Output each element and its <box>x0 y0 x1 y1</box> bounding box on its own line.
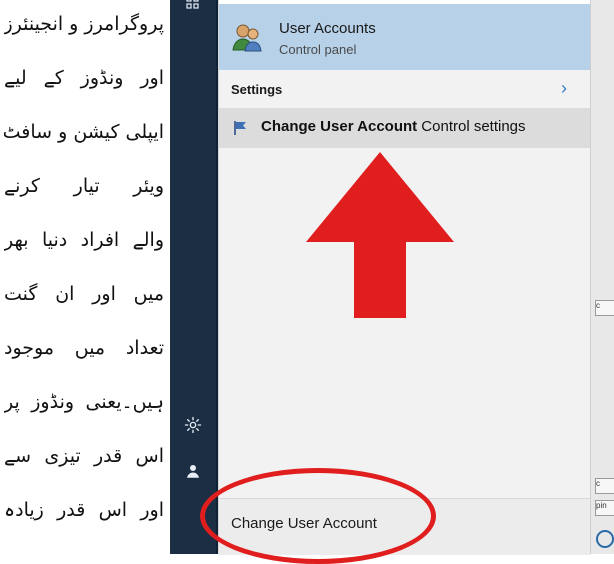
start-menu-rail <box>170 0 216 554</box>
users-icon <box>231 22 263 52</box>
settings-gear-icon[interactable] <box>182 414 204 436</box>
settings-result-bold: Change User Account <box>261 118 418 135</box>
article-line: اور اس قدر زیادہ <box>4 499 164 521</box>
settings-result-rest: Control settings <box>417 118 526 135</box>
article-line: میں اور ان گنت <box>4 283 164 305</box>
background-control: c <box>595 300 614 316</box>
article-text-column: پروگرامرز و انجینئرز اور ونڈوز کے لیے ای… <box>0 0 170 554</box>
person-icon[interactable] <box>182 460 204 482</box>
top-separator <box>219 0 591 4</box>
article-line: پروگرامرز و انجینئرز <box>4 13 164 35</box>
article-line: ایپلی کیشن و سافٹ <box>4 121 164 143</box>
red-arrow-annotation <box>306 152 454 318</box>
background-window-icon <box>596 530 614 548</box>
best-match-subtitle: Control panel <box>279 42 357 57</box>
background-control: pin <box>595 500 614 516</box>
article-line: والے افراد دنیا بھر <box>4 229 164 251</box>
flag-icon <box>233 120 249 136</box>
background-window-strip: c c pin <box>590 0 614 554</box>
best-match-title: User Accounts <box>279 20 376 37</box>
background-control: c <box>595 478 614 494</box>
article-line: اور ونڈوز کے لیے <box>4 67 164 89</box>
article-line: ویئر تیار کرنے <box>4 175 164 197</box>
best-match-result[interactable]: User Accounts Control panel <box>219 0 591 70</box>
article-line: اس قدر تیزی سے <box>4 445 164 467</box>
settings-result-label: Change User Account Control settings <box>261 118 526 135</box>
settings-section-header: Settings <box>231 82 283 97</box>
chevron-right-icon[interactable]: › <box>561 78 567 99</box>
red-ellipse-annotation <box>200 468 436 564</box>
settings-result-item[interactable]: Change User Account Control settings <box>219 108 591 148</box>
apps-icon[interactable] <box>182 0 204 14</box>
article-line: ہیں۔یعنی ونڈوز پر <box>4 391 164 413</box>
article-line: تعداد میں موجود <box>4 337 164 359</box>
